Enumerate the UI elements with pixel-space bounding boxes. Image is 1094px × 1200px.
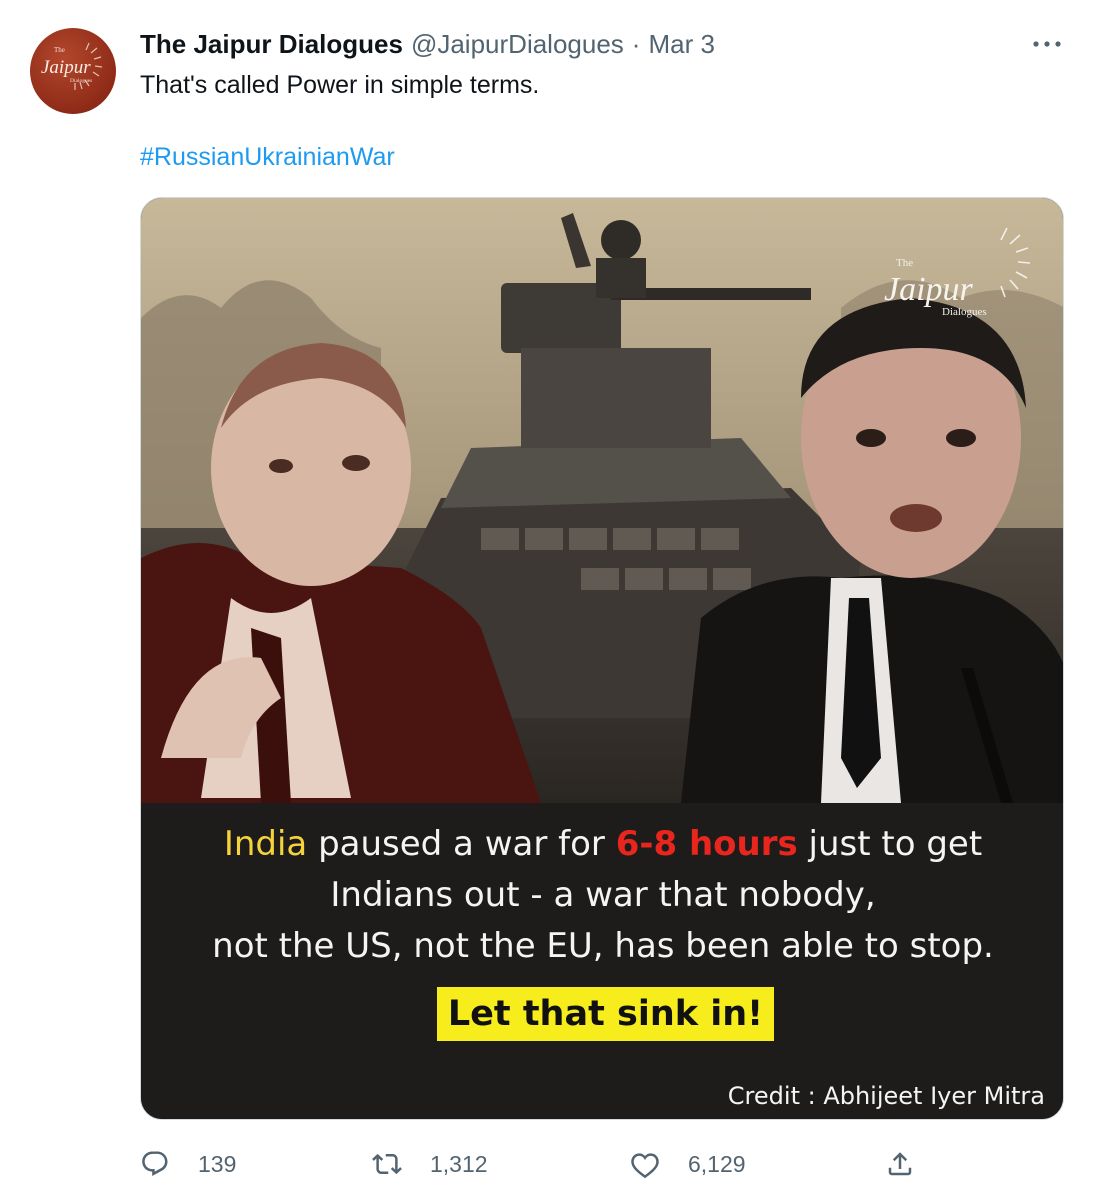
logo-main-text: Jaipur [41, 57, 91, 78]
tweet-header: The Jaipur Dialogues @JaipurDialogues · … [140, 28, 715, 60]
retweet-button[interactable]: 1,312 [372, 1146, 488, 1182]
more-icon [1033, 41, 1061, 47]
logo-the-text: The [54, 46, 65, 54]
watermark-the-text: The [896, 257, 913, 269]
caption-line-2: Indians out - a war that nobody, [330, 875, 876, 915]
more-options-button[interactable] [1028, 30, 1066, 58]
caption-line-1-part-b: just to get [797, 824, 983, 864]
reply-count: 139 [198, 1150, 237, 1177]
caption-line-1: India paused a war for 6-8 hours just to… [141, 823, 1063, 865]
tweet-date[interactable]: Mar 3 [648, 29, 714, 60]
tweet-text: That's called Power in simple terms. [140, 71, 540, 99]
watermark-sub-text: Dialogues [942, 306, 987, 318]
caption-hours-word: 6-8 hours [615, 824, 798, 864]
logo-sub-text: Dialogues [70, 78, 92, 84]
separator-dot: · [631, 28, 641, 59]
display-name[interactable]: The Jaipur Dialogues [140, 29, 403, 60]
avatar[interactable]: The Jaipur Dialogues [30, 28, 116, 114]
action-bar: 139 1,312 6,129 [140, 1146, 1064, 1182]
image-credit: Credit : Abhijeet Iyer Mitra [727, 1082, 1045, 1110]
caption-line-1-part-a: paused a war for [307, 824, 616, 864]
jaipur-dialogues-watermark: The Jaipur Dialogues [884, 227, 1031, 318]
heart-icon [631, 1153, 659, 1179]
reply-icon [142, 1151, 168, 1176]
like-button[interactable]: 6,129 [630, 1146, 746, 1182]
tweet-media[interactable]: The Jaipur Dialogues India paused a war … [140, 197, 1064, 1120]
reply-button[interactable]: 139 [140, 1146, 236, 1182]
user-handle[interactable]: @JaipurDialogues [411, 29, 624, 60]
retweet-icon [372, 1153, 402, 1175]
share-button[interactable] [885, 1146, 915, 1182]
caption-india-word: India [223, 824, 308, 864]
hashtag-link[interactable]: #RussianUkrainianWar [140, 142, 395, 172]
highlight-banner: Let that sink in! [437, 987, 774, 1041]
caption-line-3: not the US, not the EU, has been able to… [212, 926, 994, 966]
share-icon [888, 1152, 912, 1176]
retweet-count: 1,312 [430, 1150, 488, 1177]
like-count: 6,129 [688, 1150, 746, 1177]
jaipur-dialogues-logo: The Jaipur Dialogues [41, 42, 103, 90]
watermark-main-text: Jaipur [884, 271, 974, 308]
